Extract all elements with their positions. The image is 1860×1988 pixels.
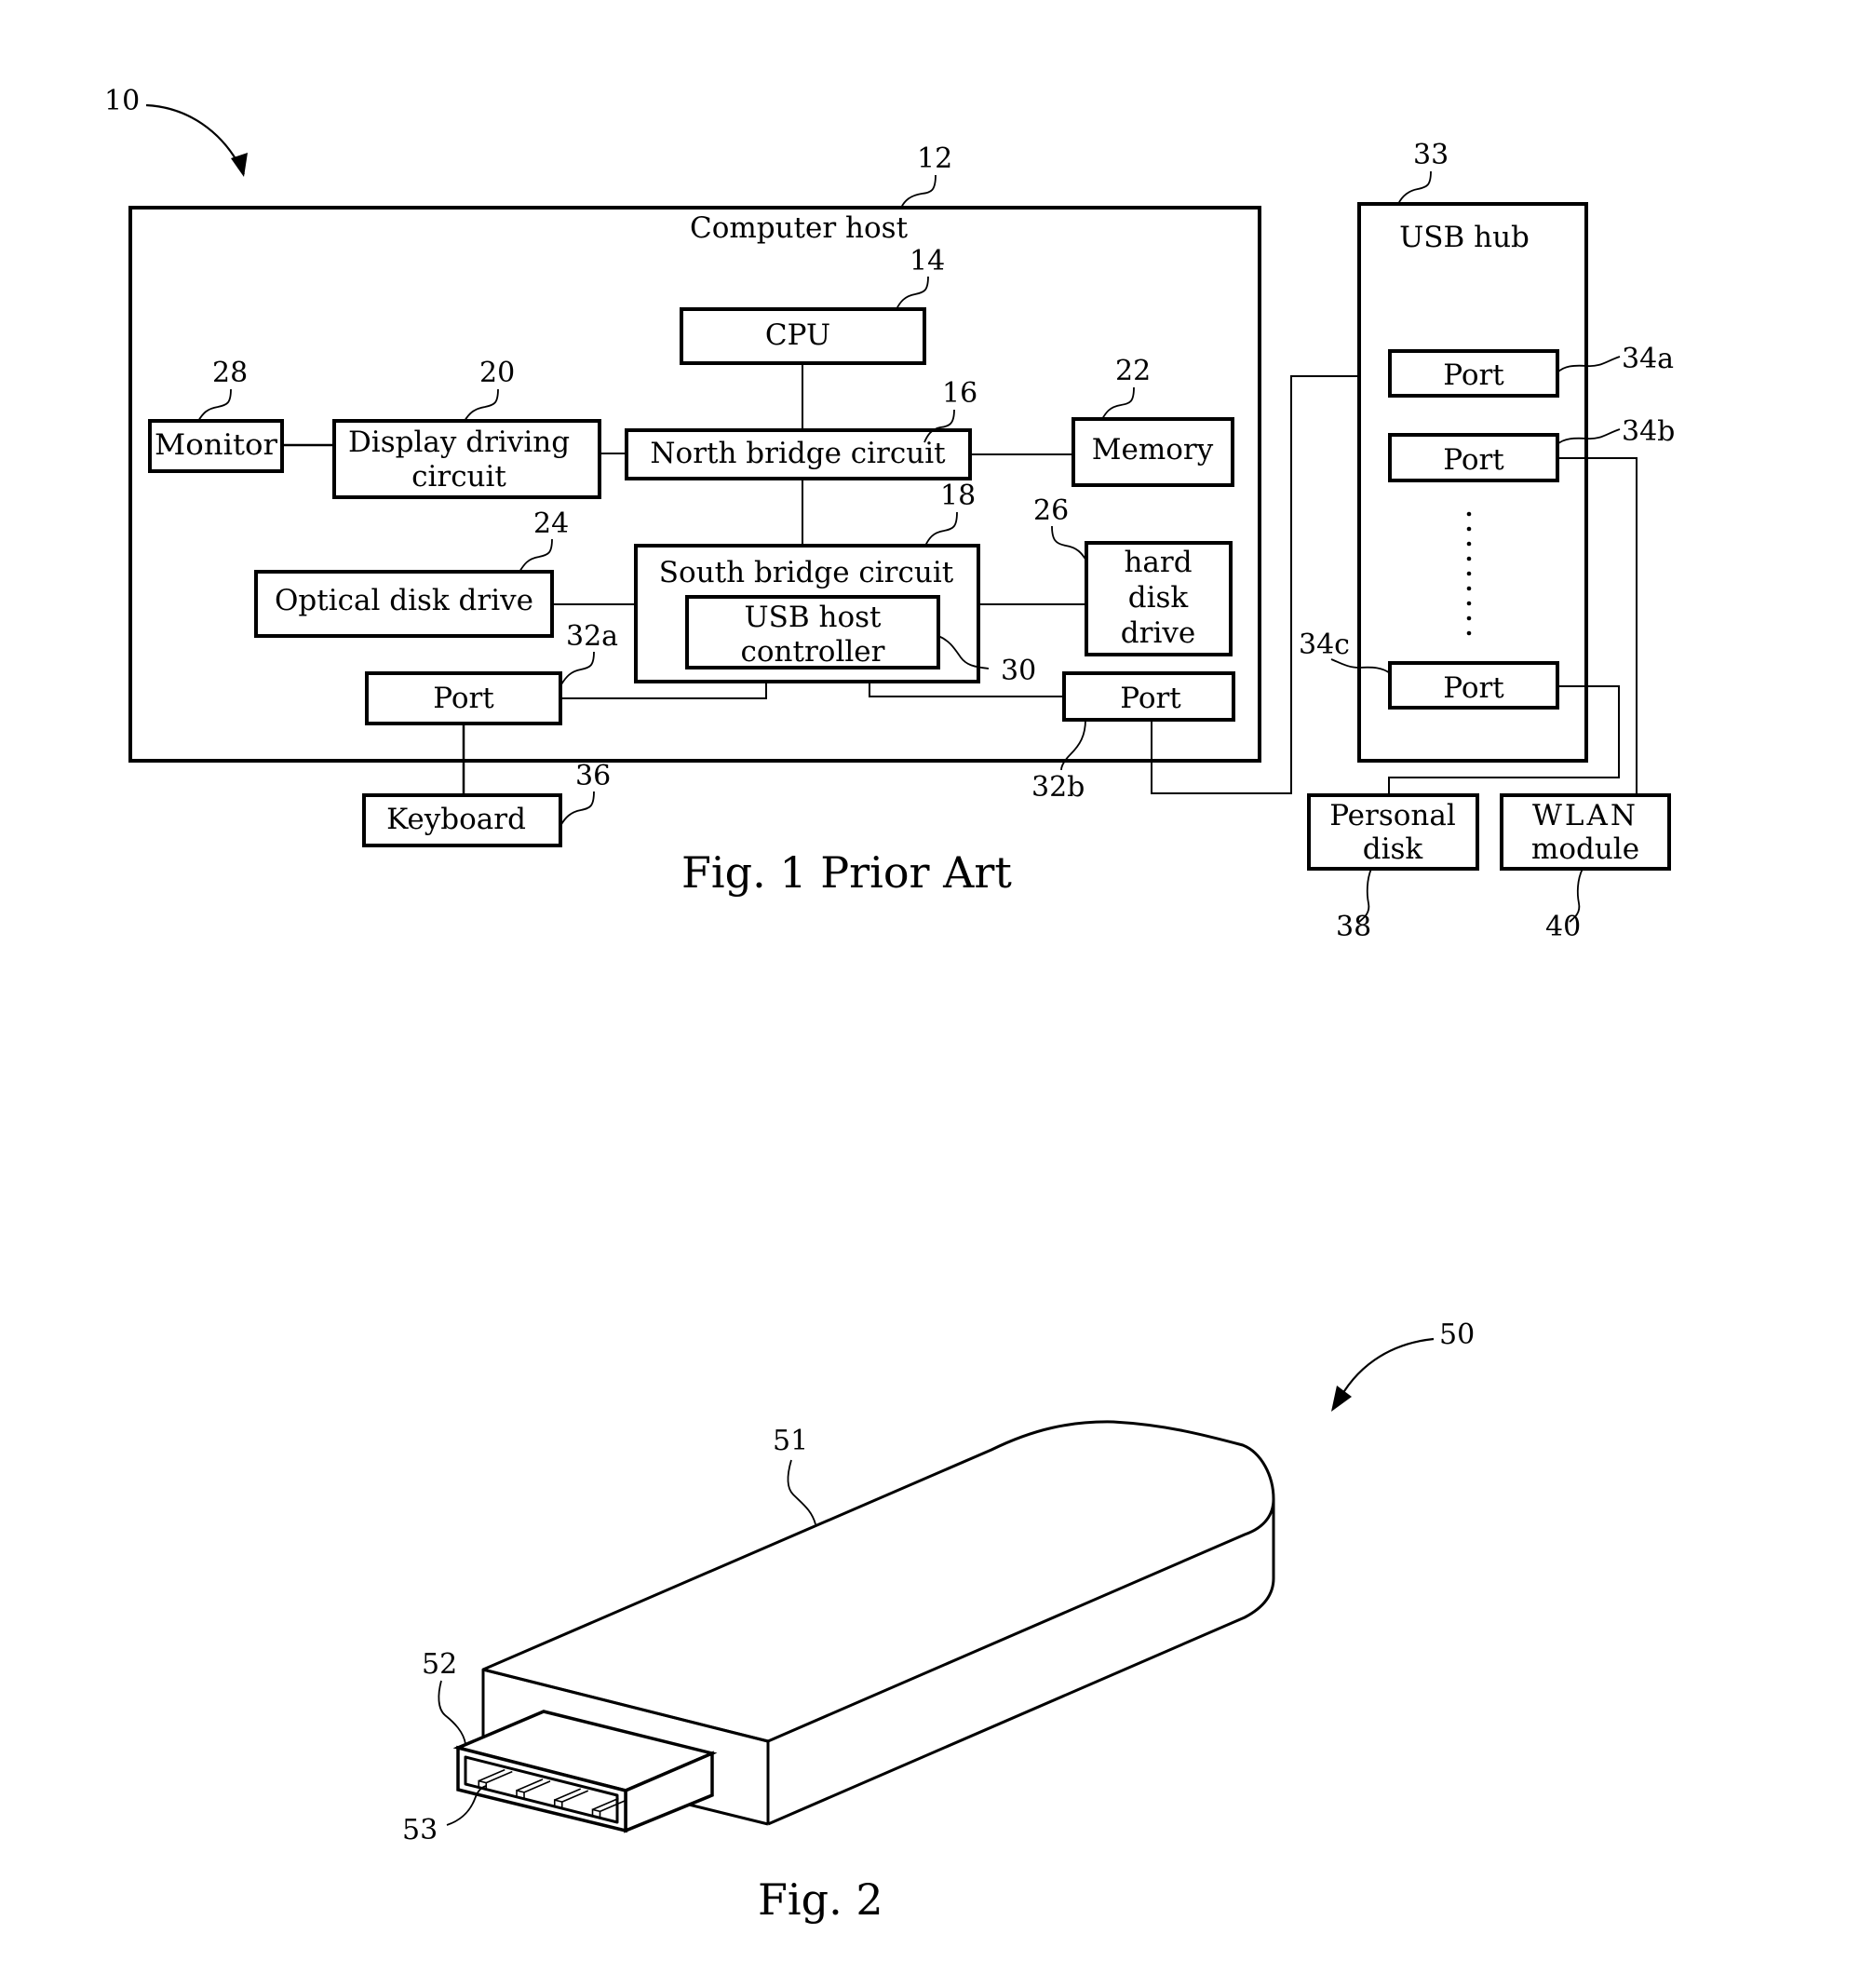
hub-port-34c-label: Port xyxy=(1443,671,1504,705)
personal-disk-line2: disk xyxy=(1363,832,1423,866)
south-bridge-label: South bridge circuit xyxy=(659,556,954,589)
leader-33 xyxy=(1397,170,1432,205)
ref-label-32b: 32b xyxy=(1031,771,1085,804)
ellipsis-dot xyxy=(1466,541,1472,547)
port-32a-label: Port xyxy=(433,682,494,715)
ref-label-20: 20 xyxy=(479,357,515,389)
port-32b-label: Port xyxy=(1120,682,1181,715)
ref-label-14: 14 xyxy=(910,245,945,277)
ref-label-50: 50 xyxy=(1439,1319,1475,1351)
personal-disk-line1: Personal xyxy=(1329,799,1456,832)
ref-label-52: 52 xyxy=(422,1648,457,1681)
ref-label-34b: 34b xyxy=(1622,415,1675,448)
computer-host-label: Computer host xyxy=(690,211,909,245)
ref-label-28: 28 xyxy=(212,357,248,389)
hub-port-34b-label: Port xyxy=(1443,443,1504,477)
ref-label-34a: 34a xyxy=(1622,343,1674,375)
housing-top-face xyxy=(481,1420,1275,1743)
north-bridge-label: North bridge circuit xyxy=(650,437,946,470)
ref-label-33: 33 xyxy=(1413,139,1449,171)
ref-label-51: 51 xyxy=(773,1425,808,1457)
arrow-50 xyxy=(1336,1337,1435,1405)
keyboard-label: Keyboard xyxy=(386,803,526,836)
hard-disk-line2: disk xyxy=(1128,581,1189,615)
ref-label-12: 12 xyxy=(917,142,952,175)
ref-label-10: 10 xyxy=(104,85,140,117)
wlan-module-line1: WLAN xyxy=(1532,799,1638,832)
patent-drawing-sheet: 10 Computer host 12 CPU 14 North bridge … xyxy=(104,85,1675,1925)
ref-label-34c: 34c xyxy=(1299,629,1350,661)
figure-1-caption: Fig. 1 Prior Art xyxy=(681,847,1012,898)
memory-label: Memory xyxy=(1092,433,1214,467)
ref-label-32a: 32a xyxy=(566,620,618,653)
ellipsis-dot xyxy=(1466,526,1472,532)
ellipsis-dot xyxy=(1466,630,1472,636)
hard-disk-line3: drive xyxy=(1121,616,1195,650)
ellipsis-dot xyxy=(1466,556,1472,561)
arrow-10 xyxy=(145,103,245,175)
hub-port-34a-label: Port xyxy=(1443,358,1504,392)
figure-2-caption: Fig. 2 xyxy=(758,1874,883,1925)
ellipsis-dot xyxy=(1466,571,1472,576)
display-driving-label-line2: circuit xyxy=(411,460,506,494)
ellipsis-dot xyxy=(1466,615,1472,621)
ellipsis-dot xyxy=(1466,601,1472,606)
hard-disk-line1: hard xyxy=(1124,546,1192,579)
ref-label-36: 36 xyxy=(575,760,611,792)
ref-label-53: 53 xyxy=(402,1814,438,1846)
ref-label-16: 16 xyxy=(942,377,977,410)
ref-label-22: 22 xyxy=(1115,355,1151,387)
leader-12 xyxy=(900,174,937,209)
wlan-module-line2: module xyxy=(1531,832,1639,866)
arrowhead-50 xyxy=(1331,1386,1352,1412)
usb-hub-label: USB hub xyxy=(1399,221,1530,254)
housing-side-face xyxy=(767,1499,1275,1826)
ref-label-24: 24 xyxy=(533,507,569,540)
ref-label-30: 30 xyxy=(1001,655,1036,687)
cpu-label: CPU xyxy=(765,318,830,352)
ellipsis-dot xyxy=(1466,586,1472,591)
optical-disk-drive-label: Optical disk drive xyxy=(275,584,533,617)
leader-52 xyxy=(438,1680,466,1745)
leader-51 xyxy=(787,1459,816,1525)
usb-host-controller-line1: USB host xyxy=(745,601,883,634)
monitor-label: Monitor xyxy=(155,428,277,462)
hub-port-ellipsis xyxy=(1466,511,1472,636)
figure-1: 10 Computer host 12 CPU 14 North bridge … xyxy=(104,85,1675,943)
ref-label-26: 26 xyxy=(1033,494,1069,527)
leader-36 xyxy=(559,791,595,827)
display-driving-label-line1: Display driving xyxy=(348,426,570,459)
usb-host-controller-line2: controller xyxy=(741,635,885,669)
housing-front-bottom-edge xyxy=(688,1803,769,1826)
ellipsis-dot xyxy=(1466,511,1472,517)
figure-2: 50 51 52 53 Fig. 2 xyxy=(402,1319,1475,1925)
ref-label-18: 18 xyxy=(940,480,976,512)
